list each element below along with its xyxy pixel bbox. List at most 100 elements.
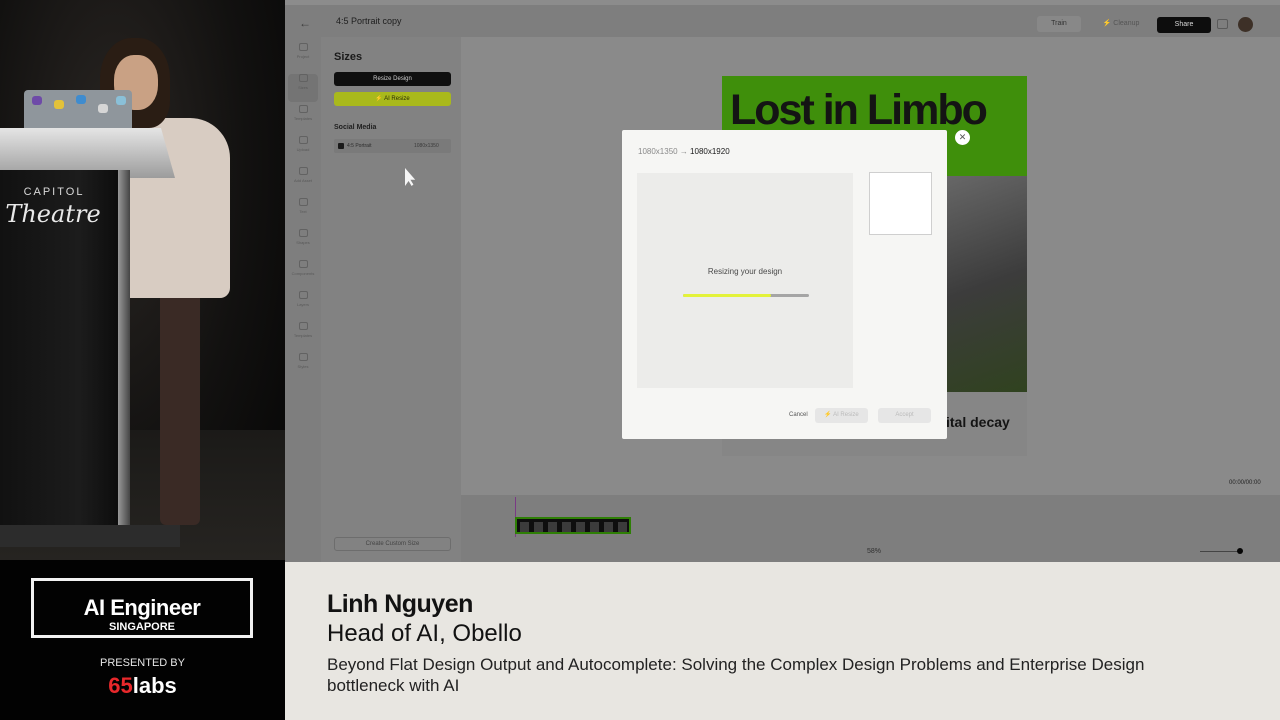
laptop-sticker (54, 100, 64, 109)
clip-frame (562, 522, 571, 532)
rail-item-project[interactable]: Project (288, 43, 318, 71)
venue-name-line2: Theatre (5, 200, 101, 228)
size-item-name: 4:5 Portrait (347, 143, 372, 149)
dialog-ai-resize-button[interactable]: ⚡ AI Resize (815, 408, 868, 423)
podium-base (0, 525, 180, 547)
speaker-role: Head of AI, Obello (327, 620, 522, 647)
accept-button[interactable]: Accept (878, 408, 931, 423)
text-icon (298, 198, 308, 206)
rail-item-layers[interactable]: Layers (288, 291, 318, 319)
resize-progress-fill (683, 294, 772, 297)
poster-title: Lost in Limbo (730, 86, 988, 134)
laptop-sticker (98, 104, 108, 113)
panel-title: Sizes (334, 51, 363, 63)
cancel-button[interactable]: Cancel (789, 412, 808, 418)
time-readout: 00:00/00:00 (1229, 480, 1261, 486)
resize-progress-bar (683, 294, 809, 297)
speaker-caption: Linh Nguyen Head of AI, Obello Beyond Fl… (285, 562, 1280, 720)
document-title[interactable]: 4:5 Portrait copy (336, 16, 402, 26)
timeline-clip[interactable] (515, 517, 631, 534)
dims-from: 1080x1350 (638, 147, 678, 156)
styles-icon (298, 353, 308, 361)
rail-item-label: Sizes (298, 85, 308, 90)
poster-tagline: ital decay (946, 414, 1010, 430)
rail-item-sizes[interactable]: Sizes (288, 74, 318, 102)
rail-item-label: Components (291, 271, 315, 276)
rail-item-components[interactable]: Components (288, 260, 318, 288)
laptop-sticker (76, 95, 86, 104)
present-icon[interactable] (1217, 19, 1228, 29)
rail-item-styles[interactable]: Styles (288, 353, 318, 381)
checkbox-icon[interactable] (338, 143, 344, 149)
resize-thumbnail[interactable] (869, 172, 932, 235)
rail-item-label: Add Asset (293, 178, 312, 183)
train-button[interactable]: Train (1037, 16, 1081, 32)
clip-frame (590, 522, 599, 532)
laptop-sticker (32, 96, 42, 105)
shapes-icon (298, 229, 308, 237)
rail-item-label: Upload (296, 147, 310, 152)
sizes-panel: Sizes Resize Design ⚡ AI Resize Social M… (321, 37, 461, 562)
video-frame: CAPITOL Theatre ← 4:5 Portrait copy Trai… (0, 0, 1280, 720)
laptop (24, 90, 132, 132)
create-custom-size-button[interactable]: Create Custom Size (334, 537, 451, 551)
event-logo: AI Engineer SINGAPORE (31, 578, 253, 638)
templates-icon (298, 105, 308, 113)
layers-icon (298, 291, 308, 299)
top-bar: ← 4:5 Portrait copy Train ⚡ Cleanup Shar… (285, 5, 1280, 37)
back-arrow-icon[interactable]: ← (299, 16, 311, 30)
zoom-slider-track[interactable] (1200, 551, 1242, 552)
upload-icon (298, 136, 308, 144)
template-icon (298, 322, 308, 330)
clip-frame (604, 522, 613, 532)
close-icon[interactable]: ✕ (955, 130, 970, 145)
ai-resize-button[interactable]: ⚡ AI Resize (334, 92, 451, 106)
clip-frame (520, 522, 529, 532)
tool-rail: Project Sizes Templates Upload Add Asset Text… (285, 37, 321, 562)
sizes-icon (298, 74, 308, 82)
ai-resize-label: AI Resize (384, 96, 410, 102)
talk-title: Beyond Flat Design Output and Autocomple… (327, 655, 1145, 695)
rail-item-label: Text (299, 209, 307, 214)
resize-preview: Resizing your design (637, 173, 853, 388)
rail-item-label: Project (296, 54, 310, 59)
presented-by-label: PRESENTED BY (100, 657, 185, 669)
resize-design-button[interactable]: Resize Design (334, 72, 451, 86)
rail-item-label: Shapes (296, 240, 310, 245)
cleanup-label: Cleanup (1113, 20, 1140, 27)
rail-item-label: Templates (293, 116, 313, 121)
rail-item-text[interactable]: Text (288, 198, 318, 226)
clip-frame (534, 522, 543, 532)
clip-frame (618, 522, 627, 532)
sponsor-logo: 65labs (0, 673, 285, 699)
speaker-legs (160, 290, 200, 525)
poster-photo (947, 176, 1027, 392)
resize-status: Resizing your design (707, 267, 783, 276)
share-button[interactable]: Share (1157, 17, 1211, 33)
zoom-level[interactable]: 58% (867, 548, 881, 555)
rail-item-add-asset[interactable]: Add Asset (288, 167, 318, 195)
ai-resize-dialog: 1080x1350 → 1080x1920 Resizing your desi… (622, 130, 947, 439)
rail-item-templates[interactable]: Templates (288, 322, 318, 350)
sponsor-logo-number: 65 (108, 673, 133, 698)
rail-item-upload[interactable]: Upload (288, 136, 318, 164)
section-social-media[interactable]: Social Media (334, 124, 376, 131)
dims-to: 1080x1920 (690, 147, 730, 156)
event-name: AI Engineer (83, 595, 201, 620)
zoom-slider-handle[interactable] (1237, 548, 1243, 554)
speaker-name: Linh Nguyen (327, 590, 473, 618)
speaker-camera-feed: CAPITOL Theatre (0, 0, 285, 560)
cleanup-button[interactable]: ⚡ Cleanup (1093, 16, 1149, 32)
rail-item-templates[interactable]: Templates (288, 105, 318, 133)
user-avatar[interactable] (1238, 17, 1253, 32)
add-asset-icon (298, 167, 308, 175)
project-icon (298, 43, 308, 51)
rail-item-label: Layers (296, 302, 309, 307)
size-item-4-5-portrait[interactable]: 4:5 Portrait 1080x1350 (334, 139, 451, 153)
clip-frame (576, 522, 585, 532)
sponsor-logo-word: labs (132, 673, 177, 698)
dialog-ai-resize-label: AI Resize (833, 412, 859, 418)
laptop-sticker (116, 96, 126, 105)
venue-name-line1: CAPITOL (23, 186, 85, 198)
rail-item-shapes[interactable]: Shapes (288, 229, 318, 257)
